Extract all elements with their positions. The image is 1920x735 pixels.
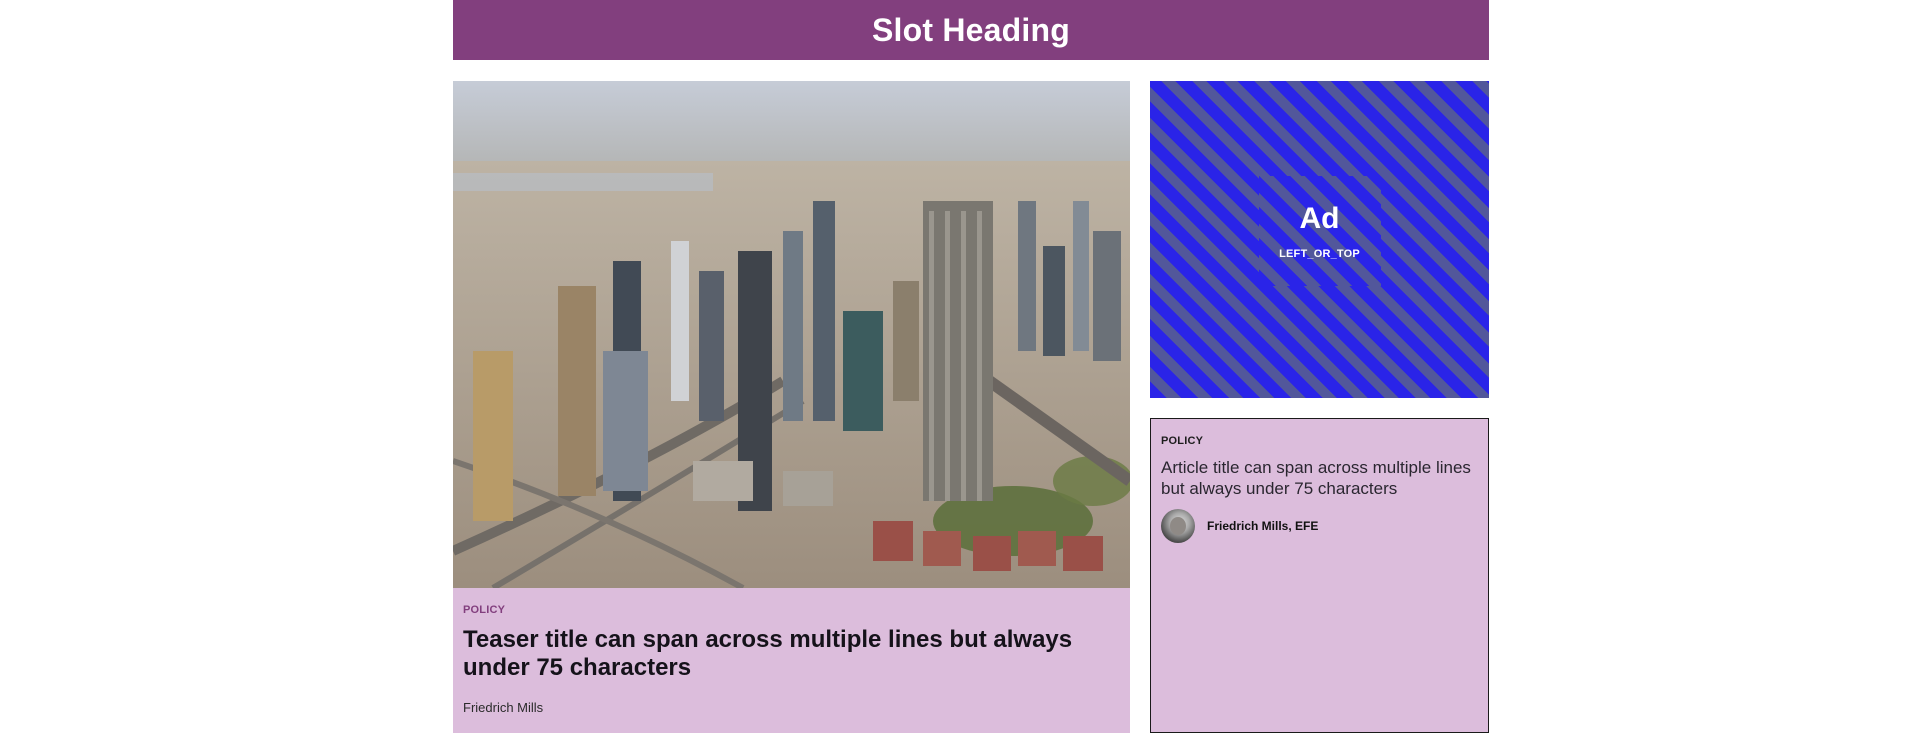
ad-slot-name: LEFT_OR_TOP xyxy=(1279,247,1360,260)
article-card[interactable]: POLICY Article title can span across mul… xyxy=(1150,418,1489,733)
article-card-body: POLICY Article title can span across mul… xyxy=(1151,419,1488,559)
ad-label-box: Ad LEFT_OR_TOP xyxy=(1258,175,1381,286)
teaser-title[interactable]: Teaser title can span across multiple li… xyxy=(463,626,1120,682)
city-skyline-illustration xyxy=(453,81,1130,588)
ad-slot[interactable]: Ad LEFT_OR_TOP xyxy=(1150,81,1489,398)
article-author[interactable]: Friedrich Mills, EFE xyxy=(1161,509,1478,543)
slot-heading: Slot Heading xyxy=(872,11,1070,48)
ad-title: Ad xyxy=(1299,201,1340,235)
author-avatar xyxy=(1161,509,1195,543)
author-name: Friedrich Mills, EFE xyxy=(1207,519,1319,533)
teaser-kicker[interactable]: POLICY xyxy=(463,604,1120,616)
teaser-author[interactable]: Friedrich Mills xyxy=(463,700,1120,715)
page: Slot Heading POLICY Teaser title can spa… xyxy=(0,0,1920,735)
teaser-card[interactable]: POLICY Teaser title can span across mult… xyxy=(453,81,1130,733)
teaser-body: POLICY Teaser title can span across mult… xyxy=(453,588,1130,715)
slot-header: Slot Heading xyxy=(453,0,1489,60)
teaser-image[interactable] xyxy=(453,81,1130,588)
article-title[interactable]: Article title can span across multiple l… xyxy=(1161,457,1478,499)
article-kicker[interactable]: POLICY xyxy=(1161,435,1478,447)
